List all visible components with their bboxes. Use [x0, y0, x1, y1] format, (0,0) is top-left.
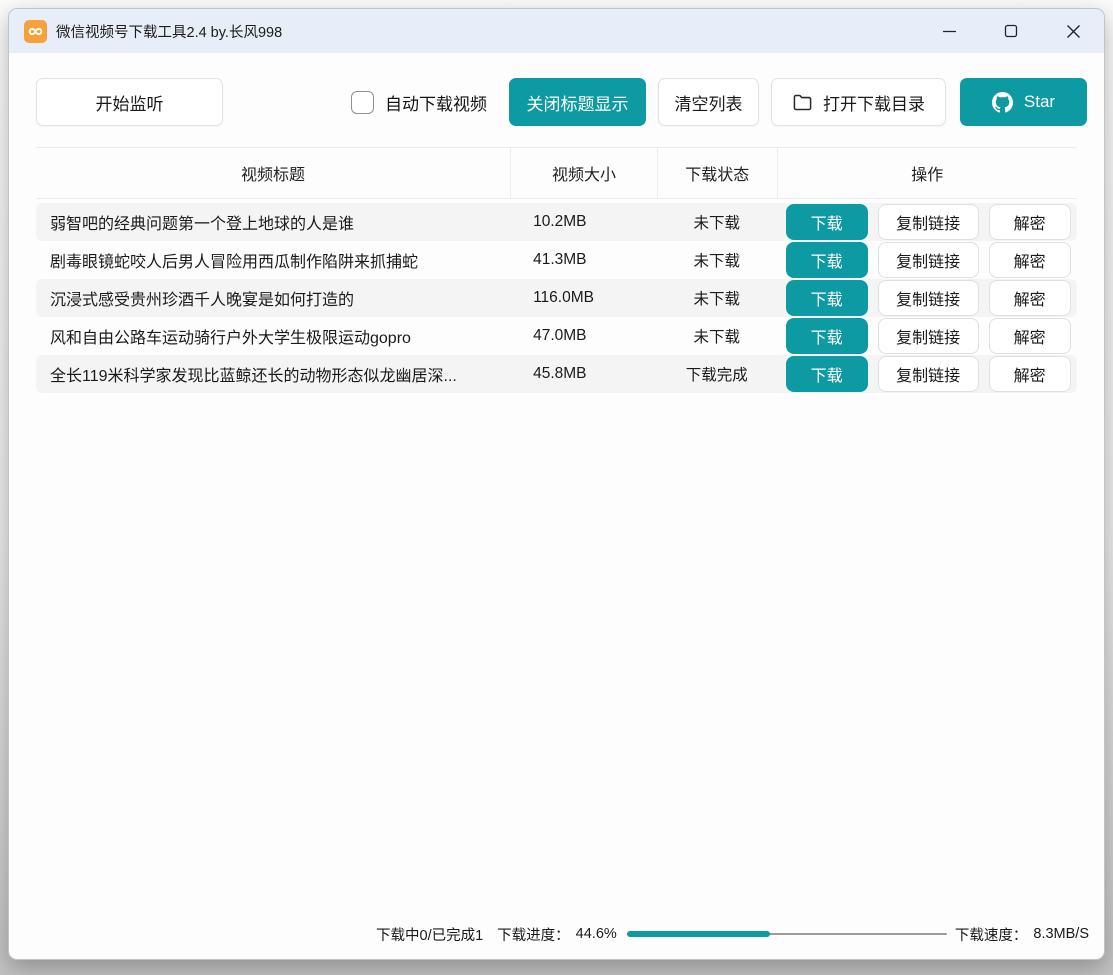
row-download-status: 未下载: [657, 211, 777, 233]
decrypt-button[interactable]: 解密: [989, 356, 1071, 392]
close-title-display-button[interactable]: 关闭标题显示: [509, 78, 646, 126]
wechat-channels-icon: [27, 23, 44, 40]
star-button[interactable]: Star: [960, 78, 1087, 126]
row-actions: 下载 复制链接 解密: [777, 356, 1077, 392]
download-counts: 下载中0/已完成1: [376, 924, 483, 945]
window-title: 微信视频号下载工具2.4 by.长风998: [56, 21, 282, 42]
folder-icon: [792, 93, 813, 112]
table-row: 风和自由公路车运动骑行户外大学生极限运动gopro 47.0MB 未下载 下载 …: [36, 317, 1077, 355]
app-icon: [24, 20, 47, 43]
table-row: 剧毒眼镜蛇咬人后男人冒险用西瓜制作陷阱来抓捕蛇 41.3MB 未下载 下载 复制…: [36, 241, 1077, 279]
minimize-icon: [942, 24, 957, 39]
table-header: 视频标题 视频大小 下载状态 操作: [36, 147, 1077, 199]
titlebar: 微信视频号下载工具2.4 by.长风998: [9, 9, 1104, 53]
speed-label: 下载速度：: [955, 924, 1028, 945]
row-video-title: 风和自由公路车运动骑行户外大学生极限运动gopro: [36, 324, 510, 348]
row-actions: 下载 复制链接 解密: [777, 280, 1077, 316]
statusbar: 下载中0/已完成1 下载进度： 44.6% 下载速度： 8.3MB/S: [9, 915, 1104, 959]
row-video-title: 剧毒眼镜蛇咬人后男人冒险用西瓜制作陷阱来抓捕蛇: [36, 248, 510, 272]
progress-fill: [627, 931, 770, 937]
row-video-size: 10.2MB: [510, 213, 657, 231]
header-video-size: 视频大小: [510, 148, 657, 198]
copy-link-button[interactable]: 复制链接: [878, 280, 979, 316]
download-button[interactable]: 下载: [786, 242, 868, 278]
speed-value: 8.3MB/S: [1033, 926, 1089, 942]
open-download-dir-label: 打开下载目录: [823, 90, 925, 115]
progress-bar: [627, 931, 947, 937]
download-button[interactable]: 下载: [786, 318, 868, 354]
table-body: 弱智吧的经典问题第一个登上地球的人是谁 10.2MB 未下载 下载 复制链接 解…: [36, 203, 1077, 393]
row-video-size: 41.3MB: [510, 251, 657, 269]
row-video-title: 弱智吧的经典问题第一个登上地球的人是谁: [36, 210, 510, 234]
close-button[interactable]: [1042, 9, 1104, 53]
row-video-size: 116.0MB: [510, 289, 657, 307]
decrypt-button[interactable]: 解密: [989, 318, 1071, 354]
download-button[interactable]: 下载: [786, 280, 868, 316]
copy-link-button[interactable]: 复制链接: [878, 204, 979, 240]
copy-link-button[interactable]: 复制链接: [878, 318, 979, 354]
star-label: Star: [1024, 92, 1055, 112]
row-video-size: 45.8MB: [510, 365, 657, 383]
header-actions: 操作: [777, 148, 1077, 198]
row-video-title: 沉浸式感受贵州珍酒千人晚宴是如何打造的: [36, 286, 510, 310]
toolbar: 开始监听 自动下载视频 关闭标题显示 清空列表 打开下载目录 Star: [36, 78, 1089, 126]
header-video-title: 视频标题: [36, 148, 510, 198]
row-download-status: 未下载: [657, 287, 777, 309]
download-button[interactable]: 下载: [786, 356, 868, 392]
auto-download-label: 自动下载视频: [385, 90, 487, 115]
row-download-status: 未下载: [657, 325, 777, 347]
row-video-title: 全长119米科学家发现比蓝鲸还长的动物形态似龙幽居深...: [36, 362, 510, 386]
maximize-icon: [1004, 24, 1018, 38]
open-download-dir-button[interactable]: 打开下载目录: [771, 78, 946, 126]
start-listen-button[interactable]: 开始监听: [36, 78, 223, 126]
decrypt-button[interactable]: 解密: [989, 242, 1071, 278]
table-row: 沉浸式感受贵州珍酒千人晚宴是如何打造的 116.0MB 未下载 下载 复制链接 …: [36, 279, 1077, 317]
decrypt-button[interactable]: 解密: [989, 280, 1071, 316]
window-controls: [918, 9, 1104, 53]
progress-value: 44.6%: [576, 926, 617, 942]
table-row: 全长119米科学家发现比蓝鲸还长的动物形态似龙幽居深... 45.8MB 下载完…: [36, 355, 1077, 393]
row-actions: 下载 复制链接 解密: [777, 204, 1077, 240]
row-actions: 下载 复制链接 解密: [777, 242, 1077, 278]
row-download-status: 下载完成: [657, 363, 777, 385]
auto-download-checkbox[interactable]: [351, 91, 374, 114]
copy-link-button[interactable]: 复制链接: [878, 242, 979, 278]
minimize-button[interactable]: [918, 9, 980, 53]
row-download-status: 未下载: [657, 249, 777, 271]
video-table: 视频标题 视频大小 下载状态 操作 弱智吧的经典问题第一个登上地球的人是谁 10…: [36, 147, 1077, 393]
header-download-status: 下载状态: [657, 148, 777, 198]
maximize-button[interactable]: [980, 9, 1042, 53]
close-icon: [1066, 24, 1081, 39]
auto-download-option[interactable]: 自动下载视频: [351, 90, 487, 115]
copy-link-button[interactable]: 复制链接: [878, 356, 979, 392]
decrypt-button[interactable]: 解密: [989, 204, 1071, 240]
github-icon: [992, 92, 1013, 113]
clear-list-button[interactable]: 清空列表: [658, 78, 759, 126]
table-row: 弱智吧的经典问题第一个登上地球的人是谁 10.2MB 未下载 下载 复制链接 解…: [36, 203, 1077, 241]
row-video-size: 47.0MB: [510, 327, 657, 345]
row-actions: 下载 复制链接 解密: [777, 318, 1077, 354]
app-window: 微信视频号下载工具2.4 by.长风998 开始监听: [8, 8, 1105, 960]
progress-label: 下载进度：: [497, 924, 570, 945]
download-button[interactable]: 下载: [786, 204, 868, 240]
